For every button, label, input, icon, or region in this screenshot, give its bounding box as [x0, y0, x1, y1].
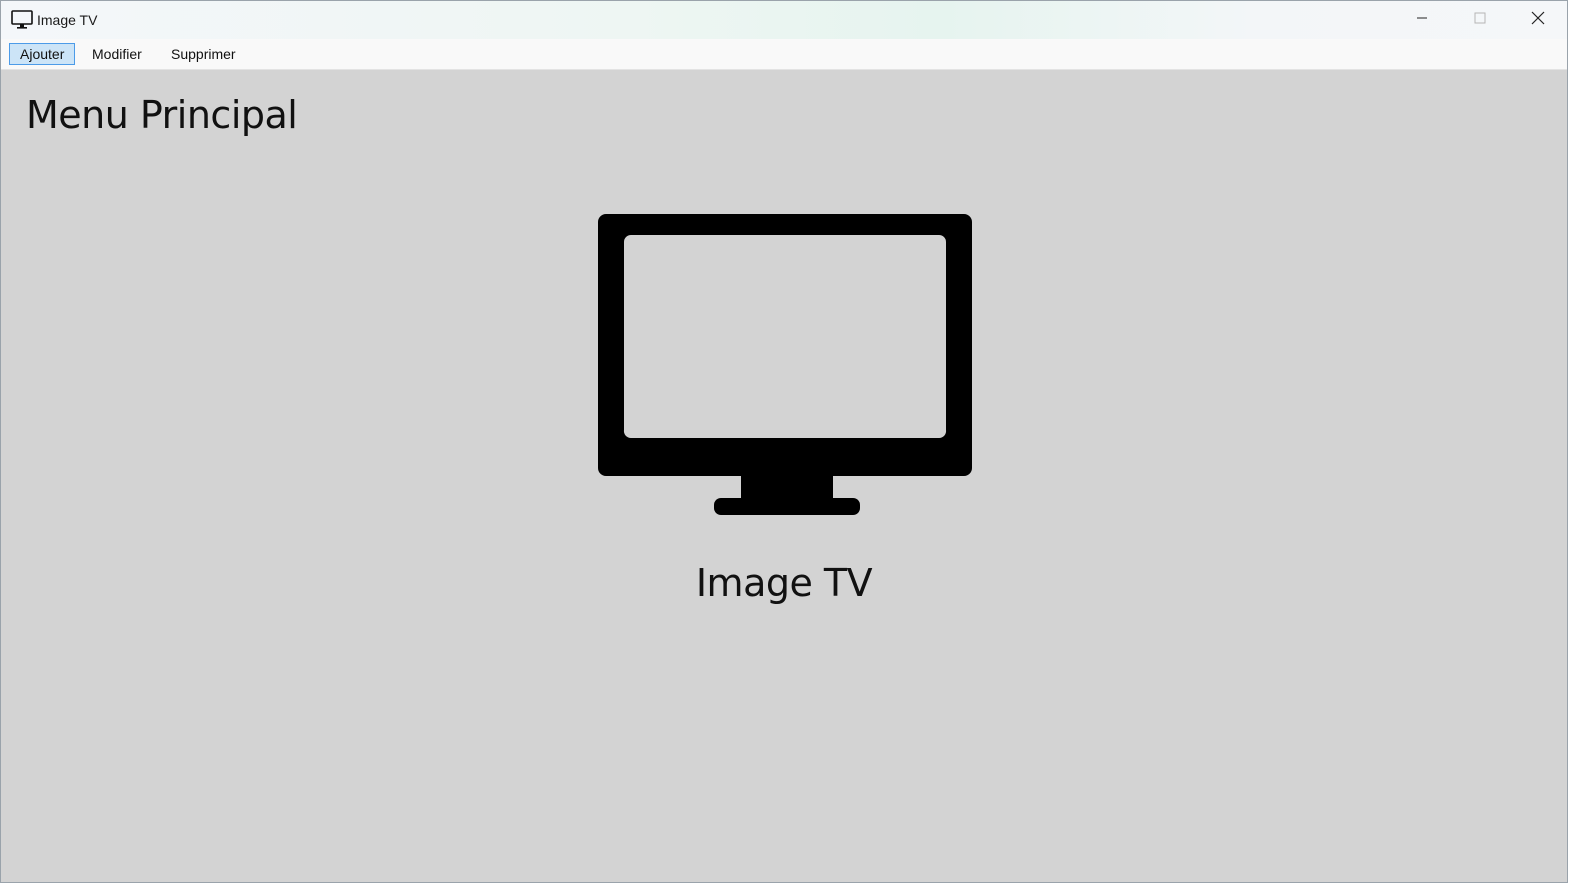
app-window: Image TV Ajouter Modifier Supprimer Menu…	[0, 0, 1568, 883]
tv-monitor-icon[interactable]	[598, 214, 972, 516]
menu-bar: Ajouter Modifier Supprimer	[1, 39, 1567, 70]
page-title: Menu Principal	[26, 93, 298, 137]
menu-item-supprimer[interactable]: Supprimer	[161, 43, 246, 65]
menu-item-modifier[interactable]: Modifier	[82, 43, 152, 65]
title-bar[interactable]: Image TV	[1, 1, 1567, 39]
window-title: Image TV	[37, 12, 98, 28]
close-button[interactable]	[1509, 1, 1567, 39]
minimize-button[interactable]	[1393, 1, 1451, 39]
close-icon	[1531, 11, 1545, 30]
image-label: Image TV	[695, 561, 873, 605]
minimize-icon	[1416, 11, 1428, 29]
maximize-button[interactable]	[1451, 1, 1509, 39]
maximize-icon	[1474, 11, 1486, 29]
menu-item-ajouter[interactable]: Ajouter	[9, 43, 76, 65]
monitor-icon	[11, 10, 33, 30]
main-content: Menu Principal Image TV	[1, 70, 1567, 882]
